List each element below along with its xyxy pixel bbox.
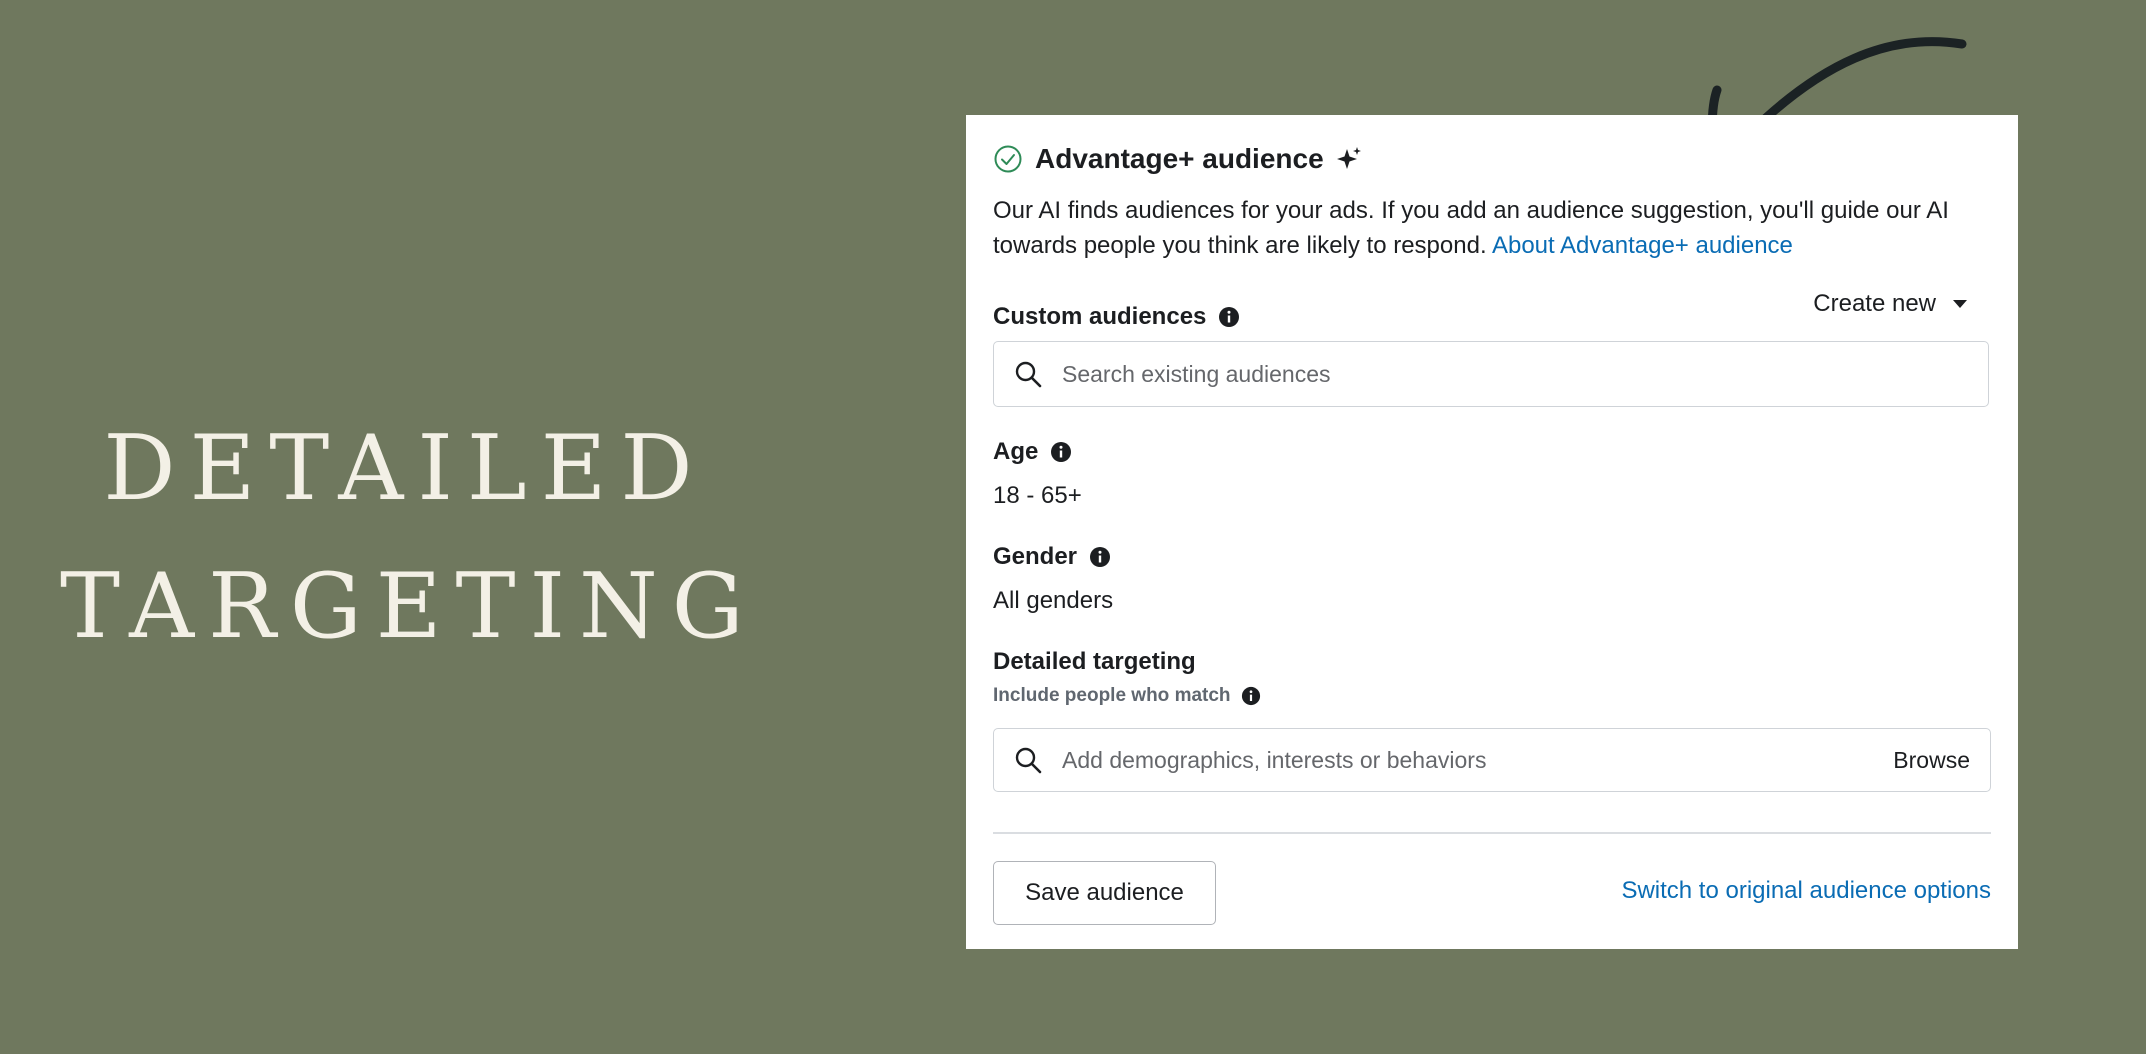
age-label: Age [993, 438, 1072, 466]
info-icon[interactable] [1089, 546, 1111, 568]
detailed-targeting-search[interactable]: Add demographics, interests or behaviors… [993, 728, 1991, 792]
switch-original-options-link[interactable]: Switch to original audience options [1621, 877, 1991, 905]
hero-title: DETAILED TARGETING [60, 400, 750, 676]
search-icon [1015, 747, 1042, 774]
about-advantage-link[interactable]: About Advantage+ audience [1492, 232, 1793, 259]
panel-header: Advantage+ audience [993, 143, 1362, 175]
caret-down-icon [1953, 300, 1967, 308]
include-people-text: Include people who match [993, 685, 1231, 706]
create-new-label: Create new [1813, 290, 1936, 317]
panel-title: Advantage+ audience [1035, 143, 1324, 174]
panel-description: Our AI finds audiences for your ads. If … [993, 193, 1993, 263]
divider [993, 832, 1991, 834]
browse-button[interactable]: Browse [1893, 747, 1970, 774]
custom-audiences-label: Custom audiences [993, 303, 1240, 331]
check-circle-icon [994, 145, 1022, 173]
create-new-dropdown[interactable]: Create new [1813, 290, 1968, 318]
age-label-text: Age [993, 438, 1039, 465]
gender-value[interactable]: All genders [993, 587, 1113, 615]
sparkle-icon [1336, 147, 1361, 169]
custom-audience-search-placeholder: Search existing audiences [1062, 360, 1331, 387]
hero-title-line-1: DETAILED [103, 416, 707, 521]
custom-audiences-label-text: Custom audiences [993, 303, 1207, 330]
custom-audience-search[interactable]: Search existing audiences [993, 341, 1989, 407]
detailed-targeting-search-placeholder: Add demographics, interests or behaviors [1062, 746, 1487, 773]
hero-title-line-2: TARGETING [60, 554, 758, 659]
description-text: Our AI finds audiences for your ads. If … [993, 197, 1949, 259]
age-value[interactable]: 18 - 65+ [993, 482, 1082, 510]
audience-panel: Advantage+ audience Our AI finds audienc… [966, 115, 2018, 949]
gender-label: Gender [993, 543, 1111, 571]
detailed-targeting-label: Detailed targeting [993, 648, 1196, 676]
info-icon[interactable] [1241, 686, 1261, 706]
info-icon[interactable] [1050, 441, 1072, 463]
save-audience-button[interactable]: Save audience [993, 861, 1216, 925]
detailed-targeting-label-text: Detailed targeting [993, 648, 1196, 675]
detailed-targeting-sublabel: Include people who match [993, 685, 1261, 707]
gender-label-text: Gender [993, 543, 1078, 570]
search-icon [1015, 361, 1042, 388]
info-icon[interactable] [1218, 306, 1240, 328]
